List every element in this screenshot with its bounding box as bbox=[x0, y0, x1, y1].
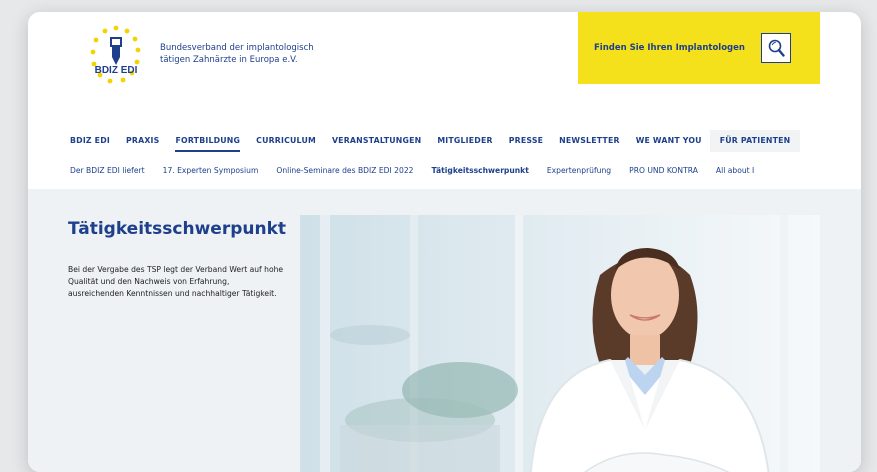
finder-label: Finden Sie Ihren Implantologen bbox=[594, 43, 745, 53]
org-name-line2: tätigen Zahnärzte in Europa e.V. bbox=[160, 55, 298, 65]
subnav-item-liefert[interactable]: Der BDIZ EDI liefert bbox=[70, 160, 154, 182]
bdiz-edi-logo[interactable]: BDIZ EDI bbox=[80, 22, 152, 92]
content-section: Tätigkeitsschwerpunkt Bei der Vergabe de… bbox=[28, 189, 861, 472]
nav-item-newsletter[interactable]: NEWSLETTER bbox=[551, 130, 628, 152]
magnifier-icon[interactable] bbox=[760, 33, 791, 63]
hero-image-dentist bbox=[300, 215, 820, 472]
nav-item-fuer-patienten[interactable]: FÜR PATIENTEN bbox=[709, 130, 801, 152]
subnav-item-taetigkeitsschwerpunkt[interactable]: Tätigkeitsschwerpunkt bbox=[422, 160, 537, 182]
browser-frame: BDIZ EDI Bundesverband der implantologis… bbox=[28, 12, 861, 472]
nav-item-we-want-you[interactable]: WE WANT YOU bbox=[628, 130, 710, 152]
subnav-item-pro-und-kontra[interactable]: PRO UND KONTRA bbox=[620, 160, 707, 182]
dentist-illustration bbox=[300, 215, 820, 472]
nav-item-veranstaltungen[interactable]: VERANSTALTUNGEN bbox=[324, 130, 429, 152]
main-navigation: BDIZ EDI PRAXIS FORTBILDUNG CURRICULUM V… bbox=[70, 130, 861, 154]
sub-navigation: Der BDIZ EDI liefert 17. Experten Sympos… bbox=[70, 160, 861, 182]
org-name-line1: Bundesverband der implantologisch bbox=[160, 43, 314, 53]
nav-item-mitglieder[interactable]: MITGLIEDER bbox=[429, 130, 500, 152]
nav-item-curriculum[interactable]: CURRICULUM bbox=[248, 130, 324, 152]
subnav-item-all-about[interactable]: All about I bbox=[707, 160, 763, 182]
nav-item-praxis[interactable]: PRAXIS bbox=[118, 130, 167, 152]
organization-name: Bundesverband der implantologisch tätige… bbox=[160, 42, 360, 66]
nav-item-presse[interactable]: PRESSE bbox=[501, 130, 551, 152]
nav-item-bdiz-edi[interactable]: BDIZ EDI bbox=[70, 130, 118, 152]
subnav-item-online-seminare[interactable]: Online-Seminare des BDIZ EDI 2022 bbox=[267, 160, 422, 182]
nav-item-fortbildung[interactable]: FORTBILDUNG bbox=[167, 130, 248, 152]
find-implantologist-button[interactable]: Finden Sie Ihren Implantologen bbox=[578, 12, 820, 84]
logo-text: BDIZ EDI bbox=[95, 65, 138, 76]
page-title: Tätigkeitsschwerpunkt bbox=[68, 219, 287, 239]
subnav-item-symposium[interactable]: 17. Experten Symposium bbox=[154, 160, 268, 182]
intro-text: Bei der Vergabe des TSP legt der Verband… bbox=[68, 265, 284, 298]
subnav-item-expertenpruefung[interactable]: Expertenprüfung bbox=[538, 160, 620, 182]
